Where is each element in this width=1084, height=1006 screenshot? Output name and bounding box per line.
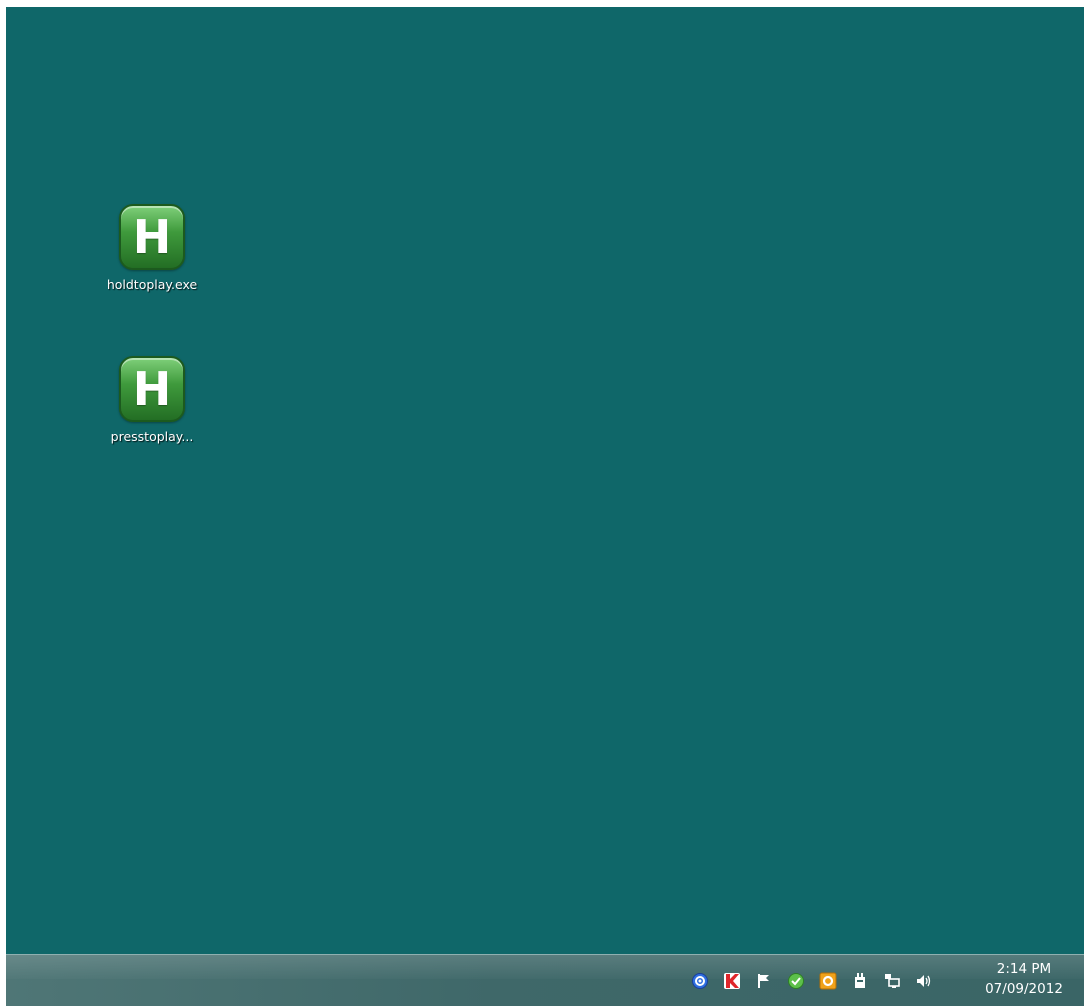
desktop-icon-presstoplay[interactable]: H presstoplay... — [97, 356, 207, 445]
action-center-flag-icon[interactable] — [754, 971, 774, 991]
screen: H holdtoplay.exe H presstoplay... 2:14 P… — [0, 0, 1084, 1006]
autohotkey-icon: H — [119, 204, 185, 270]
autohotkey-icon: H — [119, 356, 185, 422]
green-shield-icon[interactable] — [786, 971, 806, 991]
power-plug-icon[interactable] — [850, 971, 870, 991]
network-icon[interactable] — [882, 971, 902, 991]
desktop-icon-label: holdtoplay.exe — [106, 277, 198, 292]
volume-icon[interactable] — [914, 971, 934, 991]
desktop-icon-label: presstoplay... — [110, 429, 194, 444]
clock-time: 2:14 PM — [996, 961, 1052, 977]
settings-gear-icon[interactable] — [690, 971, 710, 991]
kaspersky-icon[interactable] — [722, 971, 742, 991]
taskbar-clock[interactable]: 2:14 PM 07/09/2012 — [978, 959, 1070, 999]
taskbar: 2:14 PM 07/09/2012 — [6, 954, 1084, 1006]
outlook-icon[interactable] — [818, 971, 838, 991]
desktop[interactable]: H holdtoplay.exe H presstoplay... — [6, 7, 1084, 954]
desktop-icon-holdtoplay[interactable]: H holdtoplay.exe — [97, 204, 207, 293]
system-tray — [690, 967, 946, 995]
clock-date: 07/09/2012 — [985, 981, 1063, 997]
